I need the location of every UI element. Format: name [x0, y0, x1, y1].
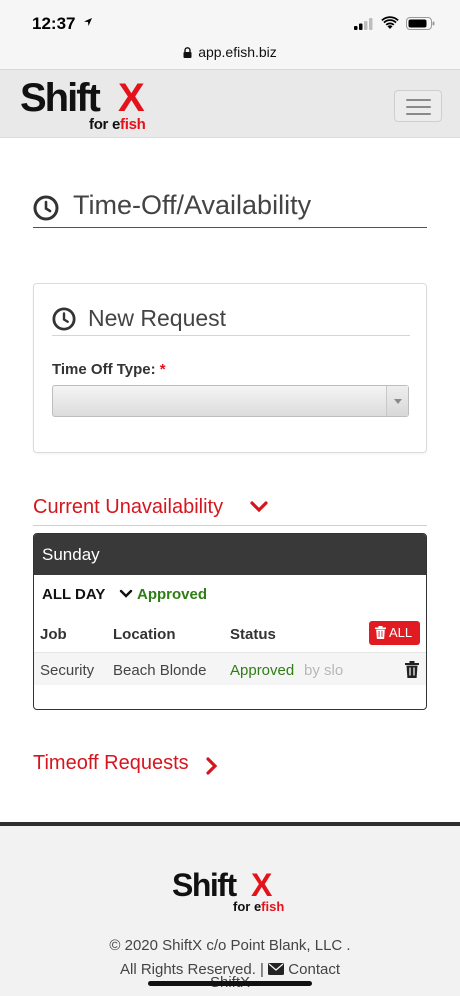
- table-row: Security Beach Blonde Approved by slo: [34, 652, 426, 685]
- page-title: Time-Off/Availability: [33, 188, 427, 228]
- clock-icon: [52, 307, 76, 331]
- day-name: Sunday: [42, 545, 100, 564]
- chevron-down-icon: [386, 386, 408, 416]
- unavailability-day-panel: Sunday ALL DAY Approved Job Location Sta…: [33, 533, 427, 710]
- battery-icon: [406, 17, 435, 30]
- chevron-right-icon[interactable]: [205, 756, 219, 776]
- current-unavailability-title: Current Unavailability: [33, 496, 224, 518]
- current-unavailability-toggle[interactable]: Current Unavailability: [33, 494, 427, 526]
- column-header-job: Job: [40, 626, 67, 643]
- delete-all-label: ALL: [389, 625, 413, 640]
- row-job: Security: [40, 662, 95, 679]
- column-header-location: Location: [113, 626, 176, 643]
- url-text: app.efish.biz: [198, 44, 277, 60]
- chevron-down-icon: [250, 501, 268, 513]
- home-indicator: [148, 981, 312, 986]
- hamburger-icon: [406, 99, 431, 101]
- location-arrow-icon: [84, 18, 92, 26]
- lock-icon: [183, 47, 192, 58]
- browser-url-bar[interactable]: app.efish.biz: [0, 44, 460, 70]
- required-marker: *: [159, 361, 166, 378]
- wifi-icon: [381, 16, 399, 29]
- new-request-title: New Request: [88, 305, 227, 331]
- time-off-type-label: Time Off Type: *: [52, 361, 166, 378]
- app-header: Shift X for efish: [0, 70, 460, 138]
- period-label: ALL DAY: [42, 586, 106, 603]
- delete-all-button[interactable]: ALL: [369, 621, 420, 645]
- new-request-header: New Request: [52, 304, 410, 336]
- chevron-down-icon[interactable]: [119, 589, 133, 599]
- footer-logo: Shift X for efish: [172, 867, 285, 914]
- column-header-status: Status: [230, 626, 276, 643]
- trash-icon: [375, 626, 386, 639]
- clock-time: 12:37: [32, 14, 76, 33]
- status-bar: 12:37: [0, 0, 460, 44]
- cellular-signal-icon: [354, 18, 373, 30]
- page-title-text: Time-Off/Availability: [73, 190, 312, 220]
- new-request-card: New Request Time Off Type: *: [33, 283, 427, 453]
- period-status: Approved: [137, 586, 208, 603]
- row-location: Beach Blonde: [113, 662, 207, 679]
- time-off-type-select[interactable]: [52, 385, 409, 417]
- row-approved-by: by slo: [304, 662, 344, 679]
- trash-icon[interactable]: [405, 661, 419, 678]
- timeoff-requests-link[interactable]: Timeoff Requests: [33, 752, 189, 775]
- clock-icon: [33, 195, 59, 221]
- day-header: Sunday: [34, 534, 426, 575]
- shiftx-logo[interactable]: Shift X for efish: [20, 76, 160, 134]
- footer: Shift X for efish © 2020 ShiftX c/o Poin…: [0, 822, 460, 996]
- row-status: Approved: [230, 662, 295, 679]
- menu-toggle-button[interactable]: [394, 90, 442, 122]
